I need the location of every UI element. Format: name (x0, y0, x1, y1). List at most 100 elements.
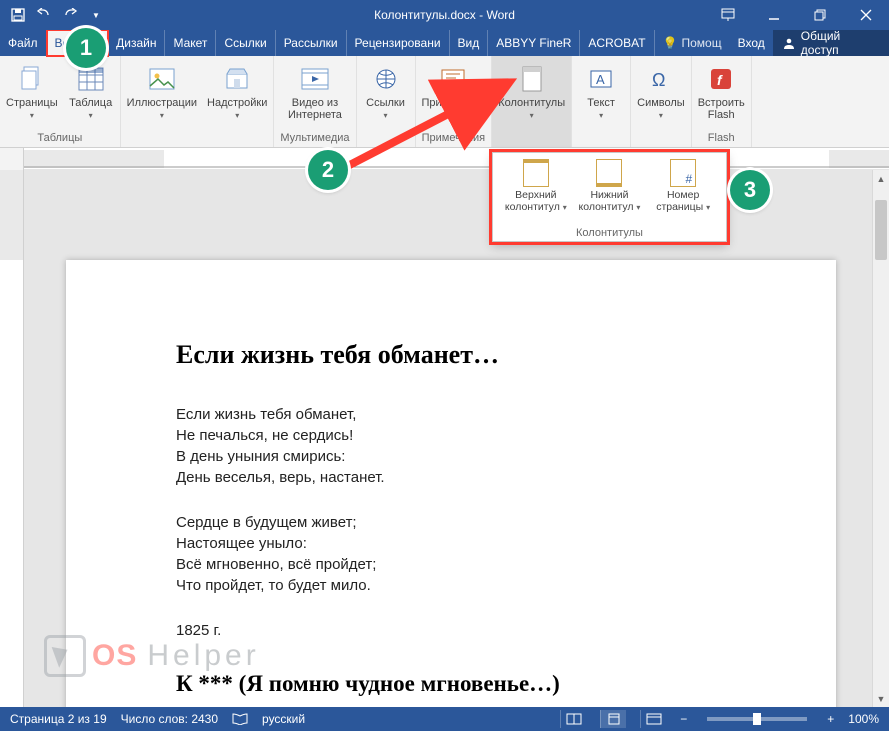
table-button[interactable]: Таблица▾ (68, 60, 114, 122)
link-icon (370, 64, 402, 94)
document-canvas[interactable]: Если жизнь тебя обманет… Если жизнь тебя… (24, 170, 872, 707)
chevron-down-icon: ▾ (599, 111, 603, 120)
tab-mailings[interactable]: Рассылки (276, 30, 347, 56)
popup-pagenumber-button[interactable]: # Номер страницы ▾ (648, 159, 718, 225)
headerfooter-button[interactable]: Колонтитулы▾ (498, 60, 565, 122)
text-button[interactable]: A Текст▾ (578, 60, 624, 122)
group-symbols: Ω Символы▾ . (631, 56, 692, 147)
popup-group-label: Колонтитулы (499, 225, 720, 239)
close-icon[interactable] (843, 0, 889, 30)
tell-me-label: Помощ (682, 36, 722, 50)
tab-references[interactable]: Ссылки (216, 30, 275, 56)
vertical-scrollbar[interactable]: ▲ ▼ (872, 170, 889, 707)
omega-icon: Ω (645, 64, 677, 94)
scroll-thumb[interactable] (875, 200, 887, 260)
view-web-icon[interactable] (640, 710, 666, 728)
chevron-down-icon: ▾ (160, 111, 164, 120)
tab-acrobat[interactable]: ACROBAT (580, 30, 654, 56)
headerfooter-popup: Верхний колонтитул ▾ Нижний колонтитул ▾… (492, 152, 727, 242)
chevron-down-icon: ▾ (636, 203, 640, 212)
doc-paragraph: Если жизнь тебя обманет, Не печалься, не… (176, 404, 726, 488)
step-badge-2: 2 (308, 150, 348, 190)
tell-me[interactable]: 💡 Помощ (655, 30, 730, 56)
watermark-text-2: Helper (147, 639, 259, 673)
popup-header-button[interactable]: Верхний колонтитул ▾ (501, 159, 571, 225)
status-language[interactable]: русский (262, 712, 305, 726)
footer-page-icon (596, 159, 622, 187)
status-wordcount[interactable]: Число слов: 2430 (121, 712, 218, 726)
tab-review[interactable]: Рецензировани (347, 30, 450, 56)
chevron-down-icon: ▾ (30, 111, 34, 120)
flash-button[interactable]: f Встроить Flash (698, 60, 745, 121)
scroll-up-icon[interactable]: ▲ (873, 170, 889, 187)
group-links: Ссылки▾ . (357, 56, 416, 147)
picture-icon (146, 64, 178, 94)
doc-heading-1: Если жизнь тебя обманет… (176, 340, 726, 370)
zoom-level[interactable]: 100% (848, 712, 879, 726)
undo-icon[interactable] (36, 7, 52, 23)
chevron-down-icon: ▾ (235, 111, 239, 120)
tab-layout[interactable]: Макет (165, 30, 216, 56)
zoom-in-icon[interactable]: + (827, 712, 834, 726)
status-proofing[interactable] (232, 713, 248, 725)
video-icon (299, 64, 331, 94)
tab-abbyy[interactable]: ABBYY FineR (488, 30, 580, 56)
pages-button[interactable]: Страницы▾ (6, 60, 58, 122)
share-button[interactable]: Общий доступ (773, 30, 889, 56)
zoom-slider[interactable] (707, 717, 807, 721)
status-bar: Страница 2 из 19 Число слов: 2430 русски… (0, 707, 889, 731)
group-text: A Текст▾ . (572, 56, 631, 147)
ribbon-tabs: Файл Вставка Дизайн Макет Ссылки Рассылк… (0, 30, 889, 56)
zoom-out-icon[interactable]: − (680, 712, 687, 726)
ruler-corner (0, 148, 24, 170)
person-icon (783, 37, 795, 49)
group-comments: Примечание Примечания (416, 56, 493, 147)
status-page[interactable]: Страница 2 из 19 (10, 712, 107, 726)
view-print-icon[interactable] (600, 710, 626, 728)
group-label: Flash (708, 130, 735, 147)
lightbulb-icon: 💡 (663, 36, 678, 50)
share-label: Общий доступ (801, 29, 879, 57)
popup-footer-button[interactable]: Нижний колонтитул ▾ (574, 159, 644, 225)
chevron-down-icon: ▾ (706, 203, 710, 212)
redo-icon[interactable] (62, 7, 78, 23)
group-label: Примечания (422, 130, 486, 147)
links-button[interactable]: Ссылки▾ (363, 60, 409, 122)
signin-link[interactable]: Вход (730, 30, 773, 56)
window-title: Колонтитулы.docx - Word (374, 8, 515, 22)
comment-button[interactable]: Примечание (422, 60, 486, 109)
watermark-logo: OS Helper (44, 635, 260, 677)
group-flash: f Встроить Flash Flash (692, 56, 752, 147)
tab-design[interactable]: Дизайн (108, 30, 165, 56)
online-video-button[interactable]: Видео из Интернета (288, 60, 342, 121)
book-open-icon (232, 713, 248, 725)
vertical-ruler[interactable] (0, 170, 24, 707)
ruler-row (0, 148, 889, 170)
minimize-icon[interactable] (751, 0, 797, 30)
cursor-icon (44, 635, 86, 677)
scroll-down-icon[interactable]: ▼ (873, 690, 889, 707)
ribbon-options-icon[interactable] (705, 0, 751, 30)
group-label: Мультимедиа (280, 130, 349, 147)
symbols-button[interactable]: Ω Символы▾ (637, 60, 685, 122)
save-icon[interactable] (10, 7, 26, 23)
customize-qat-icon[interactable]: ▼ (88, 7, 104, 23)
headerfooter-icon (516, 64, 548, 94)
addins-button[interactable]: Надстройки▾ (207, 60, 267, 122)
view-read-icon[interactable] (560, 710, 586, 728)
group-tables: Страницы▾ Таблица▾ Таблицы (0, 56, 121, 147)
restore-icon[interactable] (797, 0, 843, 30)
tab-view[interactable]: Вид (450, 30, 489, 56)
illustrations-button[interactable]: Иллюстрации▾ (127, 60, 197, 122)
quick-access-toolbar: ▼ (0, 7, 104, 23)
pages-icon (16, 64, 48, 94)
header-page-icon (523, 159, 549, 187)
textbox-icon: A (585, 64, 617, 94)
step-badge-3: 3 (730, 170, 770, 210)
group-illustrations: Иллюстрации▾ Надстройки▾ . (121, 56, 275, 147)
group-label: Таблицы (37, 130, 82, 147)
table-icon (75, 64, 107, 94)
tab-file[interactable]: Файл (0, 30, 47, 56)
zoom-thumb[interactable] (753, 713, 761, 725)
horizontal-ruler[interactable] (24, 150, 889, 168)
